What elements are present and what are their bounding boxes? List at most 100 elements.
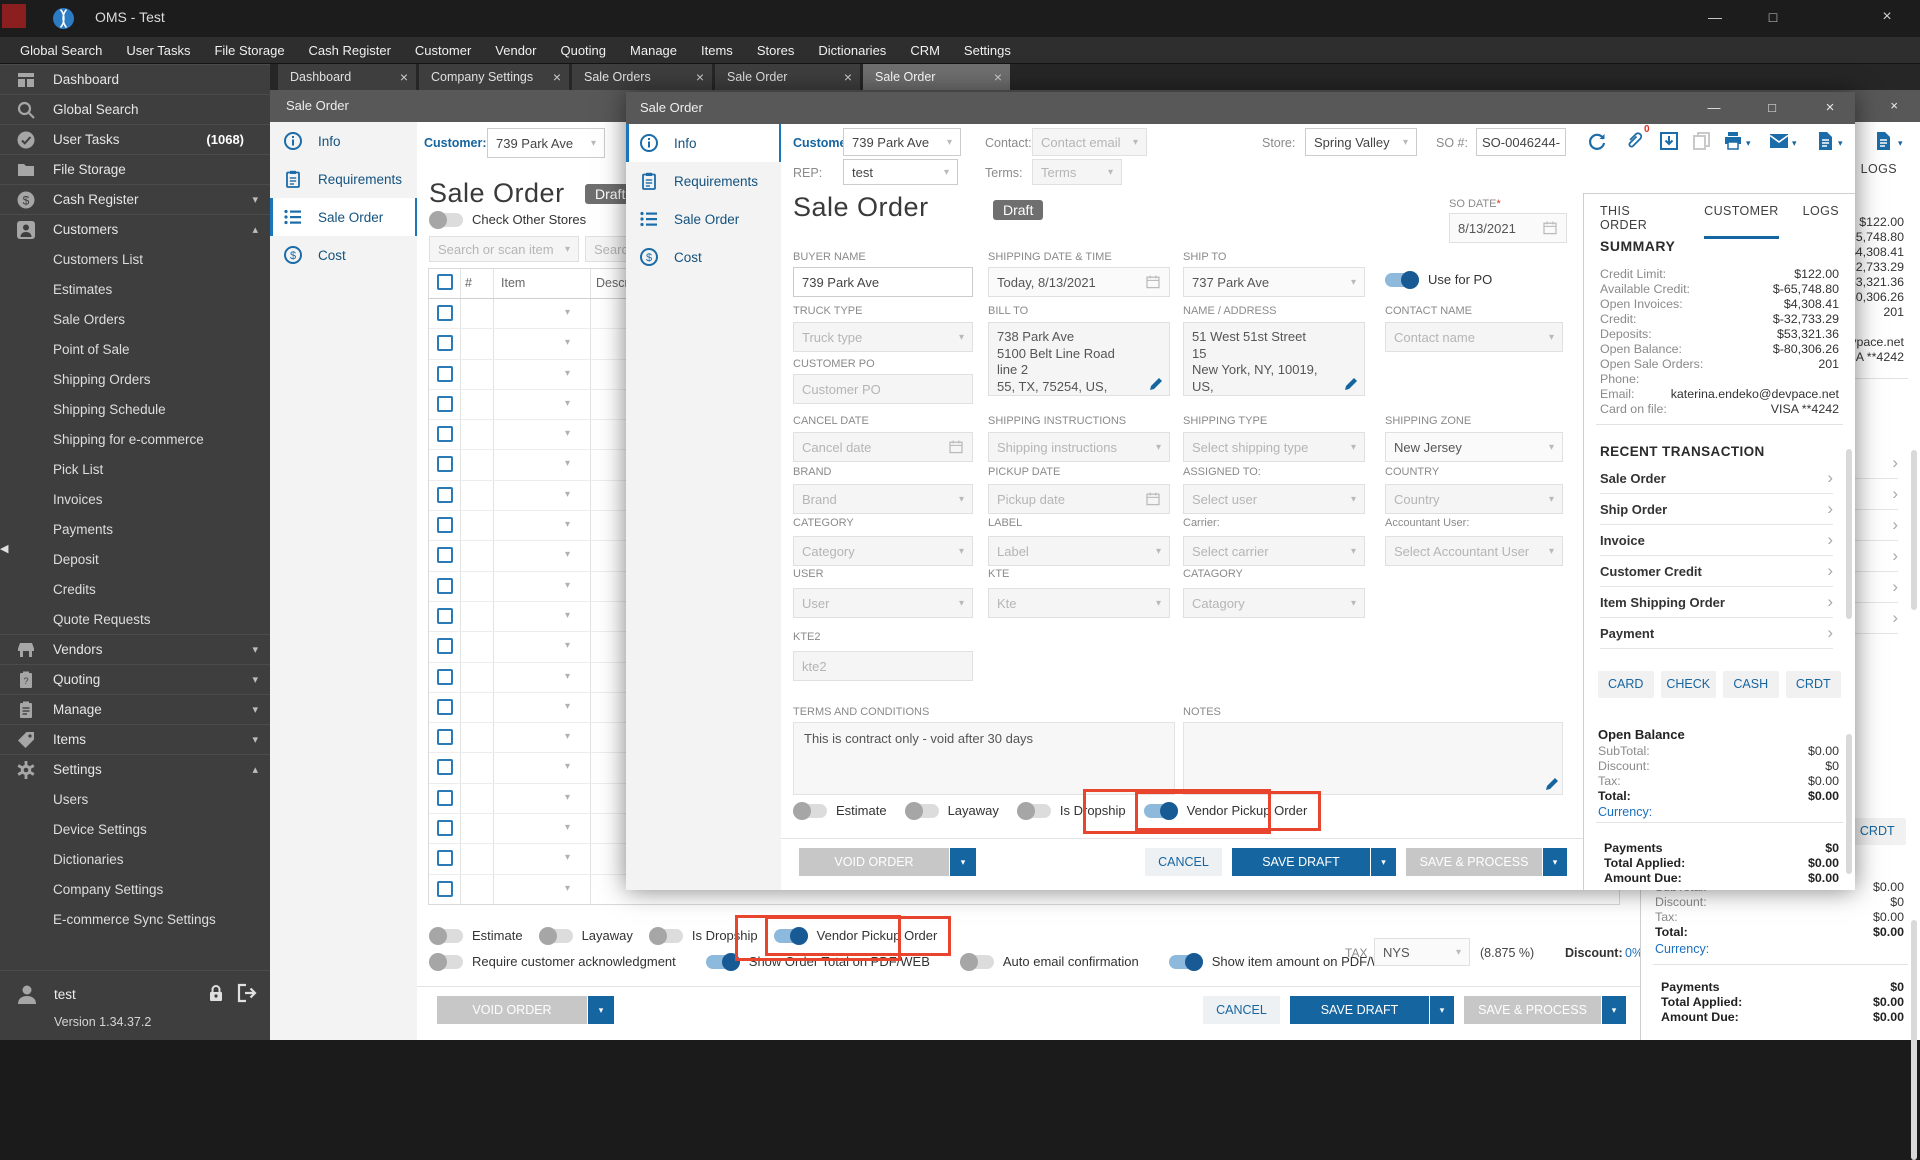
menu-item-vendor[interactable]: Vendor [483,37,548,64]
modal-close-icon[interactable]: × [1810,92,1850,124]
tab-close-icon[interactable]: × [553,69,561,85]
so-number-input[interactable]: SO-0046244-D [1476,128,1566,156]
row-dropdown-icon[interactable]: ▾ [565,822,570,833]
tab-close-icon[interactable]: × [696,69,704,85]
scrollbar-thumb[interactable] [1911,920,1917,1160]
row-dropdown-icon[interactable]: ▾ [565,671,570,682]
menu-item-settings[interactable]: Settings [952,37,1023,64]
row-checkbox[interactable] [437,395,453,412]
save-process-button[interactable]: SAVE & PROCESS [1406,848,1542,876]
recent-item-customer-credit[interactable]: Customer Credit › [1600,556,1833,587]
bg-nav-requirements[interactable]: Requirements [270,160,417,198]
recent-item-invoice[interactable]: Invoice › [1600,525,1833,556]
row-dropdown-icon[interactable]: ▾ [565,852,570,863]
recent-item-ship-order[interactable]: Ship Order › [1600,494,1833,525]
row-dropdown-icon[interactable]: ▾ [565,761,570,772]
sidebar-item-settings[interactable]: Settings ▴ [0,754,270,784]
menu-item-customer[interactable]: Customer [403,37,483,64]
sidebar-item-device-settings[interactable]: Device Settings [0,814,270,844]
field-accountant-user[interactable]: Select Accountant User ▾ [1385,536,1563,566]
row-dropdown-icon[interactable]: ▾ [565,398,570,409]
modal-nav-requirements[interactable]: Requirements [626,162,781,200]
tab-company-settings-1[interactable]: Company Settings × [419,64,569,90]
field-label[interactable]: Label ▾ [988,536,1170,566]
save-draft-dropdown[interactable]: ▾ [1371,848,1396,876]
row-dropdown-icon[interactable]: ▾ [565,549,570,560]
row-dropdown-icon[interactable]: ▾ [565,883,570,894]
row-checkbox[interactable] [437,759,453,776]
modal-nav-info[interactable]: Info [626,124,781,162]
bg-customer-select[interactable]: 739 Park Ave ▾ [487,128,605,158]
menu-item-crm[interactable]: CRM [898,37,952,64]
row-dropdown-icon[interactable]: ▾ [565,337,570,348]
menu-item-cash-register[interactable]: Cash Register [297,37,403,64]
bg-cancel-button[interactable]: CANCEL [1203,996,1280,1024]
email-icon[interactable] [1768,130,1790,152]
sidebar-item-quote-requests[interactable]: Quote Requests [0,604,270,634]
tab-dashboard-0[interactable]: Dashboard × [278,64,416,90]
toggle-off-icon[interactable] [904,801,939,820]
save-draft-button[interactable]: SAVE DRAFT [1232,848,1370,876]
field-assigned-to[interactable]: Select user ▾ [1183,484,1365,514]
row-checkbox[interactable] [437,668,453,685]
bg-void-order-dropdown[interactable]: ▾ [588,996,614,1024]
modal-nav-sale-order[interactable]: Sale Order [626,200,781,238]
tab-close-icon[interactable]: × [844,69,852,85]
row-checkbox[interactable] [437,517,453,534]
save-process-dropdown[interactable]: ▾ [1543,848,1567,876]
toggle-off-icon[interactable] [429,926,463,945]
sidebar-item-sale-orders[interactable]: Sale Orders [0,304,270,334]
cancel-button[interactable]: CANCEL [1145,848,1222,876]
close-button[interactable]: × [1864,0,1910,34]
minimize-button[interactable]: — [1692,0,1738,34]
modal-nav-cost[interactable]: $ Cost [626,238,781,276]
sidebar-item-customers-list[interactable]: Customers List [0,244,270,274]
panel-tab-this-order[interactable]: THIS ORDER [1600,204,1680,239]
row-checkbox[interactable] [437,638,453,655]
toggle-on-icon[interactable] [1168,952,1203,971]
sidebar-item-deposit[interactable]: Deposit [0,544,270,574]
currency-link[interactable]: Currency: [1655,942,1709,956]
panel-tab-logs[interactable]: LOGS [1803,204,1839,239]
field-shipping-zone[interactable]: New Jersey ▾ [1385,432,1563,462]
contact-select[interactable]: Contact email ▾ [1032,128,1147,156]
bg-nav-cost[interactable]: $ Cost [270,236,417,274]
field-ship-to[interactable]: 737 Park Ave ▾ [1183,267,1365,297]
pay-button-card[interactable]: CARD [1598,671,1654,698]
row-dropdown-icon[interactable]: ▾ [565,368,570,379]
import-icon[interactable] [1658,130,1680,152]
sidebar-item-users[interactable]: Users [0,784,270,814]
print-dropdown-icon[interactable]: ▾ [1746,138,1751,149]
sidebar-item-user-tasks[interactable]: User Tasks (1068) [0,124,270,154]
sidebar-item-dictionaries[interactable]: Dictionaries [0,844,270,874]
bg-toggle-estimate[interactable]: Estimate [429,926,523,945]
field-truck-type[interactable]: Truck type ▾ [793,322,973,352]
scrollbar-thumb[interactable] [1846,449,1852,619]
row-dropdown-icon[interactable]: ▾ [565,428,570,439]
customer-select[interactable]: 739 Park Ave ▾ [843,128,961,156]
field-country[interactable]: Country ▾ [1385,484,1563,514]
field-pickup-date[interactable]: Pickup date [988,484,1170,514]
email-dropdown-icon[interactable]: ▾ [1792,138,1797,149]
modal-minimize-icon[interactable]: — [1694,92,1734,124]
pay-button-crdt[interactable]: CRDT [1785,671,1841,698]
row-dropdown-icon[interactable]: ▾ [565,792,570,803]
pay-button-crdt[interactable]: CRDT [1848,818,1906,845]
field-kte[interactable]: Kte ▾ [988,588,1170,618]
sidebar-item-payments[interactable]: Payments [0,514,270,544]
copy-icon[interactable] [1690,130,1712,152]
notes-textarea[interactable] [1183,722,1563,795]
field-shipping-instructions[interactable]: Shipping instructions ▾ [988,432,1170,462]
select-all-checkbox[interactable] [437,274,453,290]
bg-void-order-button[interactable]: VOID ORDER [437,996,587,1024]
sidebar-item-estimates[interactable]: Estimates [0,274,270,304]
bg-close-icon[interactable]: × [1890,90,1898,122]
toggle-off-icon[interactable] [538,926,573,945]
panel-tab-logs[interactable]: LOGS [1861,162,1897,186]
edit-notes-icon[interactable] [1544,776,1560,792]
row-checkbox[interactable] [437,305,453,321]
row-checkbox[interactable] [437,880,453,897]
row-checkbox[interactable] [437,789,453,806]
recent-item-item-shipping-order[interactable]: Item Shipping Order › [1600,587,1833,618]
toggle-off-icon[interactable] [429,952,463,971]
